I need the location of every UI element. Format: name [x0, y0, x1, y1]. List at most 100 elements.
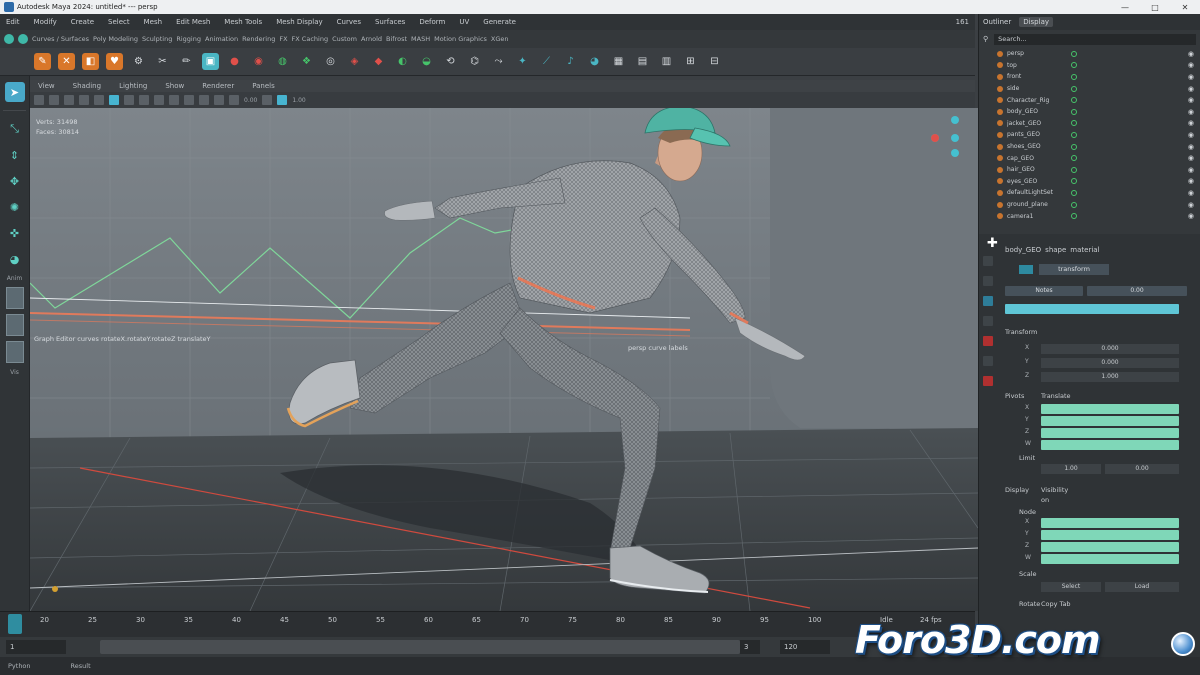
last-tool-icon[interactable]: ◕: [5, 249, 25, 269]
panel-menu-item[interactable]: Renderer: [202, 82, 234, 90]
bevel-icon[interactable]: ⌬: [466, 53, 483, 70]
eye-icon[interactable]: ◉: [1188, 201, 1194, 209]
torus-icon[interactable]: ◎: [322, 53, 339, 70]
outliner-item[interactable]: persp ◉: [979, 48, 1200, 60]
outliner-item[interactable]: front ◉: [979, 71, 1200, 83]
boundary-icon[interactable]: ▦: [610, 53, 627, 70]
eye-icon[interactable]: ◉: [1188, 61, 1194, 69]
attr-tab[interactable]: shape: [1045, 246, 1066, 254]
minimize-button[interactable]: —: [1110, 3, 1140, 12]
shelf-settings-icon[interactable]: [18, 34, 28, 44]
pivot-icon[interactable]: ⚙: [130, 53, 147, 70]
menu-item[interactable]: Edit Mesh: [176, 18, 210, 26]
outliner-item[interactable]: Character_Rig ◉: [979, 94, 1200, 106]
ao-icon[interactable]: [184, 95, 194, 105]
insert-knot-icon[interactable]: ⟋: [538, 53, 555, 70]
shelf-tab[interactable]: Motion Graphics: [434, 35, 487, 43]
attr-side-icon[interactable]: [983, 356, 993, 366]
pivot-slider[interactable]: [1041, 440, 1179, 450]
close-button[interactable]: ✕: [1170, 3, 1200, 12]
current-frame-field[interactable]: 3: [740, 640, 760, 654]
project-icon[interactable]: ◕: [586, 53, 603, 70]
outliner-search-input[interactable]: Search...: [994, 33, 1196, 45]
menu-item[interactable]: Mesh: [144, 18, 162, 26]
eye-icon[interactable]: ◉: [1188, 108, 1194, 116]
revolve-icon[interactable]: ⟲: [442, 53, 459, 70]
eye-icon[interactable]: ◉: [1188, 177, 1194, 185]
lights-icon[interactable]: [154, 95, 164, 105]
eye-icon[interactable]: ◉: [1188, 212, 1194, 220]
cut-icon[interactable]: ✂: [154, 53, 171, 70]
shelf-tab[interactable]: Sculpting: [142, 35, 172, 43]
attr-tab[interactable]: body_GEO: [1005, 246, 1041, 254]
outliner-item[interactable]: shoes_GEO ◉: [979, 141, 1200, 153]
textured-icon[interactable]: [139, 95, 149, 105]
layout-thumb-icon[interactable]: [5, 287, 24, 309]
eye-icon[interactable]: ◉: [1188, 189, 1194, 197]
outliner-item[interactable]: jacket_GEO ◉: [979, 118, 1200, 130]
eye-icon[interactable]: ◉: [1188, 154, 1194, 162]
menu-item[interactable]: Select: [108, 18, 130, 26]
attr-highlight-bar[interactable]: [1005, 304, 1179, 314]
loft-icon[interactable]: ◐: [394, 53, 411, 70]
shelf-tab[interactable]: Custom: [332, 35, 357, 43]
menu-item[interactable]: Mesh Tools: [224, 18, 262, 26]
panel-menu-item[interactable]: Panels: [252, 82, 275, 90]
display-slider[interactable]: [1041, 542, 1179, 552]
wireframe-icon[interactable]: [109, 95, 119, 105]
select-tool-icon[interactable]: ➤: [4, 82, 25, 102]
cv-curve-icon[interactable]: ✕: [58, 53, 75, 70]
shelf-tab[interactable]: FX: [279, 35, 287, 43]
copy-tab-button[interactable]: Copy Tab: [1041, 600, 1071, 608]
camera-icon[interactable]: [34, 95, 44, 105]
curve-tool-icon[interactable]: ✎: [34, 53, 51, 70]
command-language-label[interactable]: Python: [8, 662, 31, 670]
eye-icon[interactable]: ◉: [1188, 96, 1194, 104]
camera-field[interactable]: 0.00: [244, 97, 257, 104]
ep-curve-icon[interactable]: ◧: [82, 53, 99, 70]
display-slider[interactable]: [1041, 554, 1179, 564]
attr-side-icon[interactable]: [983, 256, 993, 266]
outliner-item[interactable]: side ◉: [979, 83, 1200, 95]
attr-side-icon[interactable]: [983, 316, 993, 326]
outliner-item[interactable]: pants_GEO ◉: [979, 129, 1200, 141]
cylinder-icon[interactable]: ◍: [274, 53, 291, 70]
scale-tool-icon[interactable]: ✜: [5, 223, 25, 243]
trim-icon[interactable]: ⊞: [682, 53, 699, 70]
shelf-tab[interactable]: Bifrost: [386, 35, 407, 43]
menu-item[interactable]: Generate: [483, 18, 516, 26]
pivot-slider[interactable]: [1041, 404, 1179, 414]
eye-icon[interactable]: ◉: [1188, 73, 1194, 81]
layout-thumb-icon[interactable]: [5, 314, 24, 336]
shelf-tab[interactable]: Curves / Surfaces: [32, 35, 89, 43]
image-plane-icon[interactable]: [79, 95, 89, 105]
panel-menu-item[interactable]: View: [38, 82, 55, 90]
outliner-item[interactable]: defaultLightSet ◉: [979, 187, 1200, 199]
add-icon[interactable]: ✚: [987, 236, 998, 251]
shelf-tab[interactable]: Animation: [205, 35, 238, 43]
gamma-icon[interactable]: [262, 95, 273, 105]
outliner-item[interactable]: eyes_GEO ◉: [979, 176, 1200, 188]
menu-item[interactable]: Create: [71, 18, 94, 26]
menu-item[interactable]: UV: [459, 18, 469, 26]
attach-icon[interactable]: ⤳: [490, 53, 507, 70]
maximize-button[interactable]: □: [1140, 3, 1170, 12]
panel-menu-item[interactable]: Shading: [73, 82, 101, 90]
end-frame-field[interactable]: 120: [780, 640, 830, 654]
rotate-field[interactable]: 0.000: [1041, 358, 1179, 368]
lasso-tool-icon[interactable]: ⤡: [5, 119, 25, 139]
shadows-icon[interactable]: [169, 95, 179, 105]
shelf-tab[interactable]: MASH: [411, 35, 430, 43]
attr-side-icon[interactable]: [983, 276, 993, 286]
shelf-tab[interactable]: Rigging: [176, 35, 201, 43]
outliner-display-button[interactable]: Display: [1019, 17, 1054, 27]
plane-icon[interactable]: ◈: [346, 53, 363, 70]
menu-item[interactable]: Mesh Display: [276, 18, 322, 26]
pencil-icon[interactable]: ✏: [178, 53, 195, 70]
sphere-icon[interactable]: ●: [226, 53, 243, 70]
shelf-tab[interactable]: Poly Modeling: [93, 35, 138, 43]
layout-thumb-icon[interactable]: [5, 341, 24, 363]
display-slider[interactable]: [1041, 530, 1179, 540]
move-tool-icon[interactable]: ✥: [5, 171, 25, 191]
start-frame-field[interactable]: 1: [6, 640, 66, 654]
